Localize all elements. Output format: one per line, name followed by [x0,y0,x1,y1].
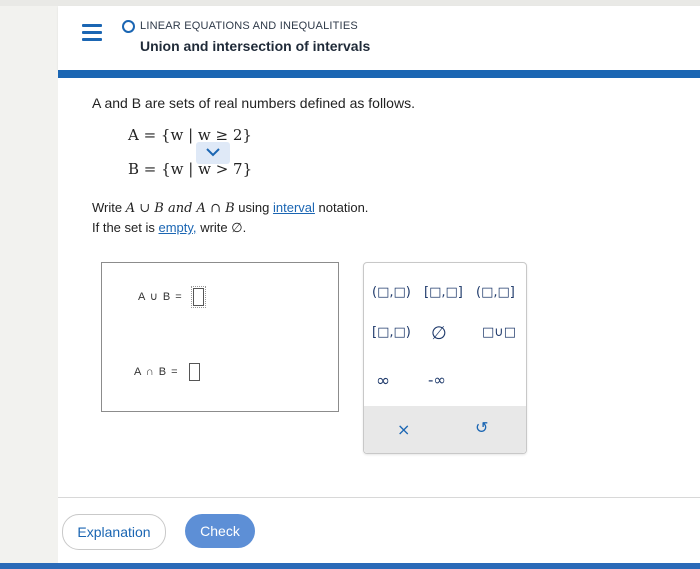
empty-set-key[interactable]: ∅ [431,323,447,344]
clear-icon[interactable]: × [397,420,410,439]
keypad-action-bar: × ↺ [364,406,526,453]
union-answer-row: A ∪ B = [138,286,206,308]
negative-infinity-key[interactable]: -∞ [428,371,446,389]
union-key[interactable]: □∪□ [482,325,516,340]
menu-icon[interactable] [80,22,104,44]
closed-closed-interval-key[interactable]: [□,□] [424,285,463,300]
instruction-text: notation. [318,200,369,215]
instruction-text: If the set is [92,220,155,235]
instruction-math: A ∪ B and A ∩ B [125,201,235,216]
problem-intro: A and B are sets of real numbers defined… [92,95,415,111]
explanation-button[interactable]: Explanation [62,514,166,550]
intersection-input[interactable] [188,363,200,381]
bottom-accent-bar [0,563,700,569]
closed-open-interval-key[interactable]: [□,□) [372,325,411,340]
topic-label: LINEAR EQUATIONS AND INEQUALITIES [140,20,358,32]
answer-box: A ∪ B = A ∩ B = [101,262,339,412]
topic-status-icon [122,20,135,33]
infinity-key[interactable]: ∞ [376,371,390,391]
instruction-text: write ∅. [200,220,247,235]
instruction-line-1: Write A ∪ B and A ∩ B using interval not… [92,200,368,216]
intersection-answer-row: A ∩ B = [134,363,200,381]
math-keypad: (□,□) [□,□] (□,□] [□,□) ∅ □∪□ ∞ -∞ × ↺ [363,262,527,454]
instruction-line-2: If the set is empty, write ∅. [92,220,246,236]
union-input[interactable] [190,286,206,308]
page-title: Union and intersection of intervals [140,38,371,54]
header-accent-bar [58,70,700,78]
chevron-down-icon [206,148,220,157]
left-margin [0,6,58,569]
empty-link[interactable]: empty, [159,220,197,235]
instruction-text: using [238,200,270,215]
set-b-definition: B = {w | w > 7} [128,160,253,178]
undo-icon[interactable]: ↺ [475,418,488,437]
union-label: A ∪ B = [138,290,183,303]
open-open-interval-key[interactable]: (□,□) [372,285,411,300]
header: LINEAR EQUATIONS AND INEQUALITIES Union … [58,6,700,70]
intersection-label: A ∩ B = [134,365,179,378]
instruction-text: Write [92,200,123,215]
set-a-definition: A = {w | w ≥ 2} [128,126,252,144]
interval-link[interactable]: interval [273,200,315,215]
check-button[interactable]: Check [185,514,255,548]
open-closed-interval-key[interactable]: (□,□] [476,285,515,300]
footer-divider [58,497,700,498]
